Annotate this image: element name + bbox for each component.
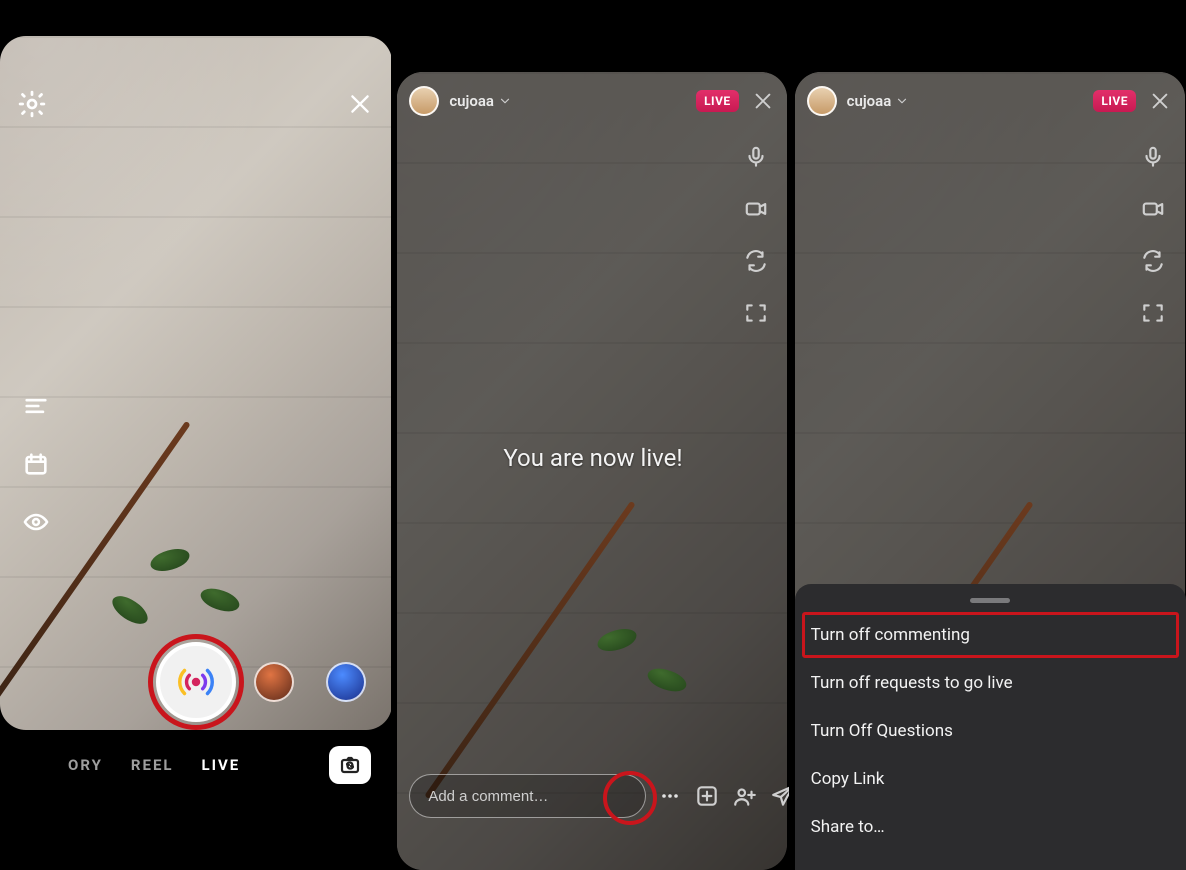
- comment-bar: [409, 774, 776, 818]
- flip-camera-button[interactable]: [329, 746, 371, 784]
- screenshot-now-live: cujoaa LIVE You are now live!: [397, 0, 788, 870]
- mode-story[interactable]: ORY: [68, 756, 103, 774]
- switch-camera-icon[interactable]: [741, 246, 771, 276]
- go-live-button[interactable]: [156, 642, 236, 722]
- sheet-item-turn-off-questions[interactable]: Turn Off Questions: [795, 707, 1186, 755]
- video-camera-icon[interactable]: [741, 194, 771, 224]
- schedule-calendar-icon[interactable]: [18, 446, 54, 482]
- share-send-icon[interactable]: [770, 781, 788, 811]
- close-icon[interactable]: [342, 86, 378, 122]
- video-camera-icon[interactable]: [1138, 194, 1168, 224]
- screenshot-options-sheet: cujoaa LIVE Turn off commenting Turn off…: [795, 0, 1186, 870]
- end-live-close-icon[interactable]: [749, 87, 777, 115]
- avatar[interactable]: [807, 86, 837, 116]
- settings-gear-icon[interactable]: [14, 86, 50, 122]
- live-header: cujoaa LIVE: [807, 86, 1174, 116]
- now-live-message: You are now live!: [397, 444, 788, 472]
- sheet-item-share-to[interactable]: Share to…: [795, 803, 1186, 851]
- sheet-grabber[interactable]: [970, 598, 1010, 603]
- left-tool-rail: [18, 388, 54, 540]
- end-live-close-icon[interactable]: [1146, 87, 1174, 115]
- username-label: cujoaa: [847, 92, 892, 110]
- sheet-item-turn-off-commenting[interactable]: Turn off commenting: [801, 611, 1180, 659]
- username-dropdown[interactable]: cujoaa: [449, 92, 512, 110]
- more-options-icon[interactable]: [658, 781, 682, 811]
- live-side-controls: [1138, 142, 1168, 328]
- add-media-icon[interactable]: [694, 781, 720, 811]
- expand-corners-icon[interactable]: [741, 298, 771, 328]
- sheet-item-turn-off-requests[interactable]: Turn off requests to go live: [795, 659, 1186, 707]
- username-dropdown[interactable]: cujoaa: [847, 92, 910, 110]
- effect-thumbnail-1[interactable]: [254, 662, 294, 702]
- screenshot-camera-setup: ORY REEL LIVE: [0, 0, 391, 870]
- avatar[interactable]: [409, 86, 439, 116]
- microphone-icon[interactable]: [741, 142, 771, 172]
- options-bottom-sheet: Turn off commenting Turn off requests to…: [795, 584, 1186, 870]
- visibility-eye-icon[interactable]: [18, 504, 54, 540]
- sheet-item-copy-link[interactable]: Copy Link: [795, 755, 1186, 803]
- live-badge: LIVE: [1093, 90, 1136, 112]
- expand-corners-icon[interactable]: [1138, 298, 1168, 328]
- live-side-controls: [741, 142, 771, 328]
- switch-camera-icon[interactable]: [1138, 246, 1168, 276]
- chevron-down-icon: [498, 94, 512, 108]
- live-header: cujoaa LIVE: [409, 86, 776, 116]
- live-badge: LIVE: [696, 90, 739, 112]
- effect-thumbnail-2[interactable]: [326, 662, 366, 702]
- mode-reel[interactable]: REEL: [131, 756, 174, 774]
- username-label: cujoaa: [449, 92, 494, 110]
- title-lines-icon[interactable]: [18, 388, 54, 424]
- comment-input[interactable]: [409, 774, 646, 818]
- invite-guest-icon[interactable]: [732, 781, 758, 811]
- mode-live[interactable]: LIVE: [202, 756, 241, 774]
- chevron-down-icon: [895, 94, 909, 108]
- camera-viewport: [0, 36, 391, 730]
- microphone-icon[interactable]: [1138, 142, 1168, 172]
